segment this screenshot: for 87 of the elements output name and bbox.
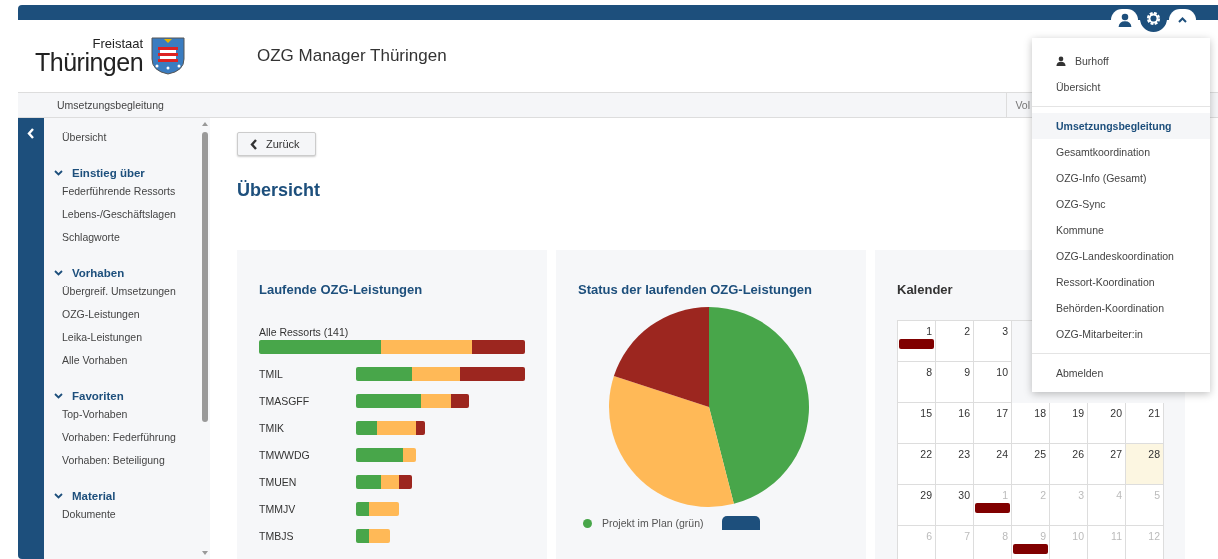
bar-label: TMIL [259,368,284,380]
bar-label: TMWWDG [259,449,311,461]
menu-item[interactable]: OZG-Info (Gesamt) [1032,165,1210,191]
calendar-day[interactable]: 3 [974,321,1012,362]
calendar-day[interactable]: 22 [898,444,936,485]
calendar-day[interactable]: 23 [936,444,974,485]
calendar-day[interactable]: 9 [936,362,974,403]
sidebar-item[interactable]: Übergreif. Umsetzungen [62,284,210,307]
calendar-day[interactable]: 1 [898,321,936,362]
calendar-day[interactable]: 20 [1088,403,1126,444]
chevron-down-icon [54,169,63,176]
chevron-down-icon [54,269,63,276]
calendar-day[interactable]: 16 [936,403,974,444]
scroll-top-button[interactable] [721,516,760,530]
bar-label: TMUEN [259,476,298,488]
nav-tab[interactable]: Umsetzungsbegleitung [57,99,164,111]
menu-item[interactable]: Umsetzungsbegleitung [1032,113,1210,139]
sidebar-item[interactable]: Lebens-/Geschäftslagen [62,207,210,230]
calendar-day[interactable]: 25 [1012,444,1050,485]
menu-item[interactable]: Gesamtkoordination [1032,139,1210,165]
bar-label: TMASGFF [259,395,311,407]
page-title: Übersicht [237,180,322,202]
chevron-down-icon [54,492,63,499]
scrollbar-thumb[interactable] [202,132,208,422]
calendar-day[interactable]: 19 [1050,403,1088,444]
menu-item[interactable]: OZG-Landeskoordination [1032,243,1210,269]
scroll-down-icon[interactable] [202,551,208,555]
calendar-day[interactable]: 28 [1126,444,1164,485]
calendar-day[interactable]: 26 [1050,444,1088,485]
stacked-bar [356,529,390,543]
legend-label: Projekt im Plan (grün) [602,517,704,529]
card-title: Status der laufenden OZG-Leistungen [578,282,814,299]
sidebar-item[interactable]: Alle Vorhaben [62,353,210,376]
sidebar-group[interactable]: Favoriten [54,384,210,407]
stacked-bar [356,502,399,516]
calendar-day[interactable]: 18 [1012,403,1050,444]
sidebar-item[interactable]: Top-Vorhaben [62,407,210,430]
calendar-day[interactable]: 15 [898,403,936,444]
calendar-day[interactable]: 29 [898,485,936,526]
calendar-day[interactable]: 2 [936,321,974,362]
calendar-day[interactable]: 27 [1088,444,1126,485]
stacked-bar [356,448,416,462]
bar-label: TMBJS [259,530,295,542]
menu-item[interactable]: Übersicht [1032,74,1210,100]
card-title: Laufende OZG-Leistungen [259,282,424,299]
menu-item[interactable]: OZG-Sync [1032,191,1210,217]
calendar-day[interactable]: 17 [974,403,1012,444]
stacked-bar [356,421,425,435]
chevron-left-icon [250,138,258,150]
sidebar-item[interactable]: Federführende Ressorts [62,184,210,207]
sidebar-group[interactable]: Vorhaben [54,261,210,284]
user-icon [1117,13,1132,27]
sidebar-item[interactable]: Schlagworte [62,230,210,253]
menu-item[interactable]: Burhoff [1032,48,1210,74]
user-icon [1056,56,1066,66]
logo-text: Freistaat [92,37,144,50]
calendar-day[interactable]: 8 [898,362,936,403]
chevron-up-icon [1178,17,1187,23]
sidebar-item[interactable]: Vorhaben: Beteiligung [62,453,210,476]
bar-label: Alle Ressorts (141) [259,326,350,340]
chevron-left-icon [27,128,35,139]
sidebar-group[interactable]: Material [54,484,210,507]
bar-label: TMMJV [259,503,297,515]
sidebar-item[interactable]: Leika-Leistungen [62,330,210,353]
menu-item[interactable]: Abmelden [1032,360,1210,386]
calendar-day[interactable]: 21 [1126,403,1164,444]
coat-of-arms-icon [151,37,186,75]
calendar-day[interactable]: 24 [974,444,1012,485]
menu-item[interactable]: Behörden-Koordination [1032,295,1210,321]
bar-label: TMIK [259,422,286,434]
back-button[interactable]: Zurück [237,132,316,156]
app-title: OZG Manager Thüringen [257,46,447,66]
logo-text: Thüringen [35,50,144,75]
sidebar-item[interactable]: Vorhaben: Federführung [62,430,210,453]
sidebar-item[interactable]: Dokumente [62,507,210,530]
menu-item[interactable]: Kommune [1032,217,1210,243]
nav-tab[interactable]: Vol [1006,93,1030,117]
menu-item[interactable]: Ressort-Koordination [1032,269,1210,295]
sidebar-item[interactable]: Übersicht [62,130,210,153]
sidebar-group[interactable]: Einstieg über [54,161,210,184]
sidebar-item[interactable]: OZG-Leistungen [62,307,210,330]
scroll-up-icon[interactable] [202,122,208,126]
calendar-day[interactable]: 10 [974,362,1012,403]
chevron-down-icon [54,392,63,399]
menu-item[interactable]: OZG-Mitarbeiter:in [1032,321,1210,347]
calendar-day[interactable]: 30 [936,485,974,526]
stacked-bar [356,475,412,489]
